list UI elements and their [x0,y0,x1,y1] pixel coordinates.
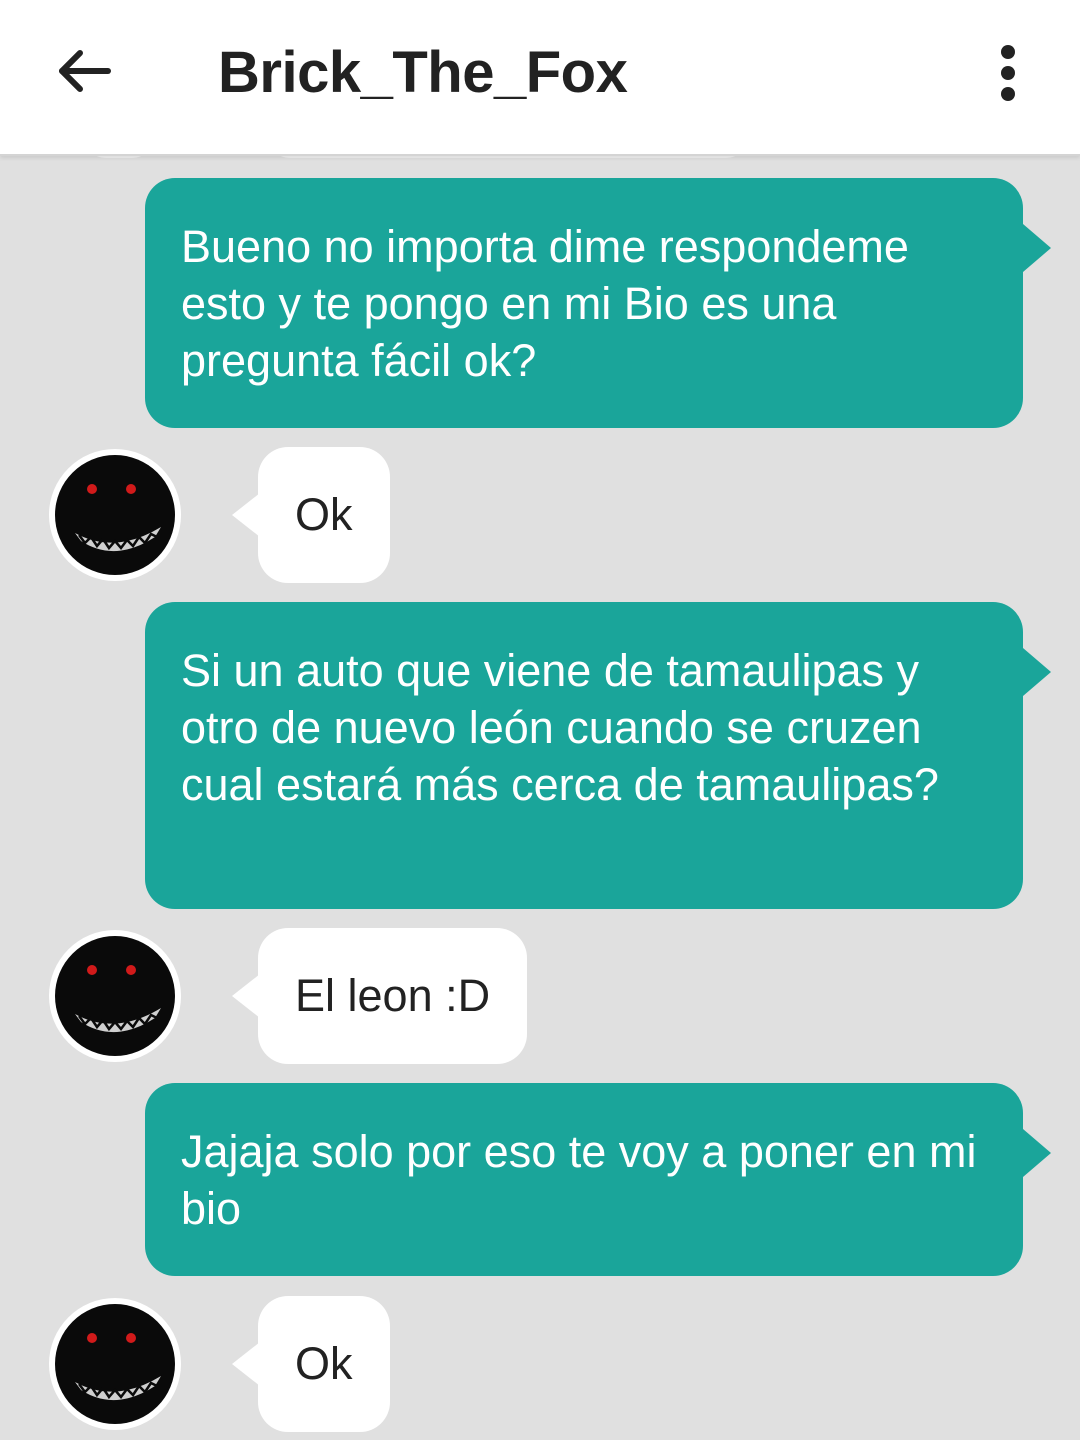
bubble-tail [1023,1129,1051,1177]
message-text: Si un auto que viene de tamaulipas y otr… [181,645,939,810]
outgoing-message-bubble[interactable]: Jajaja solo por eso te voy a poner en mi… [145,1083,1051,1276]
bubble-tail [232,974,260,1018]
bubble-tail [1023,224,1051,272]
avatar[interactable] [49,1298,181,1430]
bubble-tail [232,1342,260,1386]
more-vertical-icon [1001,45,1015,101]
message-text: El leon :D [295,970,491,1021]
outgoing-message-bubble[interactable]: Si un auto que viene de tamaulipas y otr… [145,602,1051,909]
avatar[interactable] [49,449,181,581]
back-button[interactable] [50,36,120,106]
message-text: Bueno no importa dime respondeme esto y … [181,221,909,386]
incoming-message-bubble[interactable]: Ok [232,1296,390,1432]
smiling-face-avatar-icon [55,1304,175,1424]
smiling-face-avatar-icon [55,936,175,1056]
bubble-tail [1023,648,1051,696]
message-text: Jajaja solo por eso te voy a poner en mi… [181,1126,977,1234]
message-text: Ok [295,489,353,540]
arrow-left-icon [59,50,111,92]
header-bar: Brick_The_Fox [0,0,1080,156]
incoming-message-bubble[interactable]: Ok [232,447,390,583]
incoming-message-bubble[interactable]: El leon :D [232,928,528,1064]
message-text: Ok [295,1338,353,1389]
outgoing-message-bubble[interactable]: Bueno no importa dime respondeme esto y … [145,178,1051,428]
more-options-button[interactable] [978,38,1038,108]
smiling-face-avatar-icon [55,455,175,575]
chat-screen: Brick_The_Fox Bueno no importa dime resp… [0,0,1080,1440]
bubble-tail [232,493,260,537]
avatar[interactable] [49,930,181,1062]
page-title: Brick_The_Fox [218,40,628,105]
